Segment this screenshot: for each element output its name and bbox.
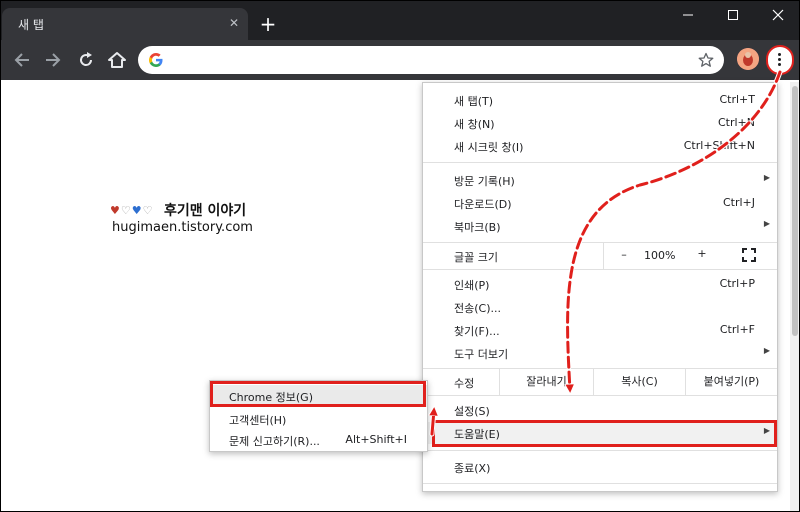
cut-button[interactable]: 잘라내기 (499, 369, 593, 395)
submenu-item-label: 문제 신고하기(R)... (229, 435, 320, 448)
menu-item-downloads[interactable]: 다운로드(D) Ctrl+J (423, 192, 777, 214)
menu-item-label: 북마크(B) (454, 221, 501, 234)
menu-item-label: 방문 기록(H) (454, 175, 515, 188)
paste-button[interactable]: 붙여넣기(P) (685, 369, 777, 395)
menu-item-label: 새 탭(T) (454, 95, 494, 108)
back-arrow-icon[interactable] (12, 50, 32, 70)
page-scrollbar[interactable] (790, 82, 800, 512)
new-tab-button[interactable]: + (258, 14, 278, 34)
submenu-item-label: 고객센터(H) (229, 414, 287, 427)
menu-item-more-tools[interactable]: 도구 더보기 ▶ (423, 342, 777, 364)
menu-separator (423, 483, 777, 484)
menu-item-history[interactable]: 방문 기록(H) ▶ (423, 169, 777, 191)
close-window-button[interactable] (756, 2, 800, 28)
home-icon[interactable] (107, 50, 127, 70)
zoom-in-button[interactable]: + (696, 247, 708, 260)
zoom-controls: – 100% + (603, 243, 777, 269)
menu-item-label: 전송(C)... (454, 302, 501, 315)
maximize-icon (728, 10, 738, 20)
edit-label: 수정 (454, 377, 475, 390)
address-bar[interactable] (138, 46, 724, 74)
google-g-icon (149, 53, 163, 67)
close-icon (772, 9, 784, 21)
menu-item-cast[interactable]: 전송(C)... (423, 296, 777, 318)
copy-button[interactable]: 복사(C) (593, 369, 685, 395)
menu-item-label: 다운로드(D) (454, 198, 512, 211)
menu-item-label: 인쇄(P) (454, 279, 490, 292)
menu-item-settings[interactable]: 설정(S) (423, 399, 777, 421)
maximize-button[interactable] (711, 2, 755, 28)
blog-title: 후기맨 이야기 (164, 203, 247, 219)
menu-item-shortcut: Ctrl+P (719, 277, 755, 290)
browser-window: 새 탭 ✕ + ♥♡♥♡ 후기맨 이야기 hugimaen.tistory.co… (0, 0, 800, 512)
menu-item-label: 새 시크릿 창(I) (454, 141, 524, 154)
chrome-menu-button[interactable] (766, 45, 794, 75)
bookmark-star-icon[interactable] (698, 52, 714, 68)
forward-arrow-icon[interactable] (43, 50, 63, 70)
menu-item-label: 도구 더보기 (454, 348, 509, 361)
menu-item-new-tab[interactable]: 새 탭(T) Ctrl+T (423, 89, 777, 111)
menu-separator (423, 450, 777, 451)
help-highlight-box (432, 420, 777, 447)
menu-item-label: 설정(S) (454, 405, 490, 418)
zoom-level: 100% (644, 249, 676, 262)
menu-separator (423, 269, 777, 270)
fullscreen-icon[interactable] (742, 248, 756, 262)
minimize-icon (683, 14, 693, 16)
avatar-image (737, 48, 759, 70)
menu-item-print[interactable]: 인쇄(P) Ctrl+P (423, 273, 777, 295)
profile-avatar[interactable] (737, 48, 759, 70)
submenu-arrow-icon: ▶ (763, 219, 770, 228)
reload-icon[interactable] (76, 50, 96, 70)
menu-item-shortcut: Ctrl+F (719, 323, 755, 336)
zoom-label: 글꼴 크기 (454, 251, 498, 264)
scrollbar-thumb[interactable] (792, 86, 798, 336)
menu-item-label: 새 창(N) (454, 118, 495, 131)
menu-item-bookmarks[interactable]: 북마크(B) ▶ (423, 215, 777, 237)
menu-item-incognito[interactable]: 새 시크릿 창(I) Ctrl+Shift+N (423, 135, 777, 157)
menu-item-label: 종료(X) (454, 462, 491, 475)
zoom-out-button[interactable]: – (618, 248, 630, 261)
title-bar: 새 탭 ✕ + (0, 0, 800, 40)
menu-item-find[interactable]: 찾기(F)... Ctrl+F (423, 319, 777, 341)
menu-item-shortcut: Ctrl+Shift+N (683, 139, 755, 152)
tab-title: 새 탭 (18, 18, 44, 32)
menu-separator (423, 162, 777, 163)
menu-separator (423, 395, 777, 396)
submenu-item-shortcut: Alt+Shift+I (345, 433, 407, 446)
menu-item-shortcut: Ctrl+J (722, 196, 755, 209)
menu-edit-row: 수정 잘라내기 복사(C) 붙여넣기(P) (423, 369, 777, 395)
toolbar (0, 40, 800, 80)
menu-item-exit[interactable]: 종료(X) (423, 456, 777, 478)
submenu-item-report-issue[interactable]: 문제 신고하기(R)... Alt+Shift+I (210, 429, 427, 451)
hearts-decoration: ♥♡♥♡ (110, 204, 154, 217)
minimize-button[interactable] (666, 2, 710, 28)
three-dots-icon (778, 53, 782, 68)
submenu-item-help-center[interactable]: 고객센터(H) (210, 408, 427, 430)
menu-item-new-window[interactable]: 새 창(N) Ctrl+N (423, 112, 777, 134)
submenu-arrow-icon: ▶ (763, 173, 770, 182)
menu-zoom-row: 글꼴 크기 – 100% + (423, 243, 777, 269)
close-tab-icon[interactable]: ✕ (226, 15, 242, 31)
blog-url: hugimaen.tistory.com (112, 220, 253, 235)
menu-item-label: 찾기(F)... (454, 325, 500, 338)
menu-item-shortcut: Ctrl+N (717, 116, 755, 129)
submenu-arrow-icon: ▶ (763, 346, 770, 355)
about-highlight-box (210, 381, 426, 407)
menu-item-shortcut: Ctrl+T (719, 93, 755, 106)
tab-new-tab[interactable]: 새 탭 ✕ (2, 8, 248, 40)
